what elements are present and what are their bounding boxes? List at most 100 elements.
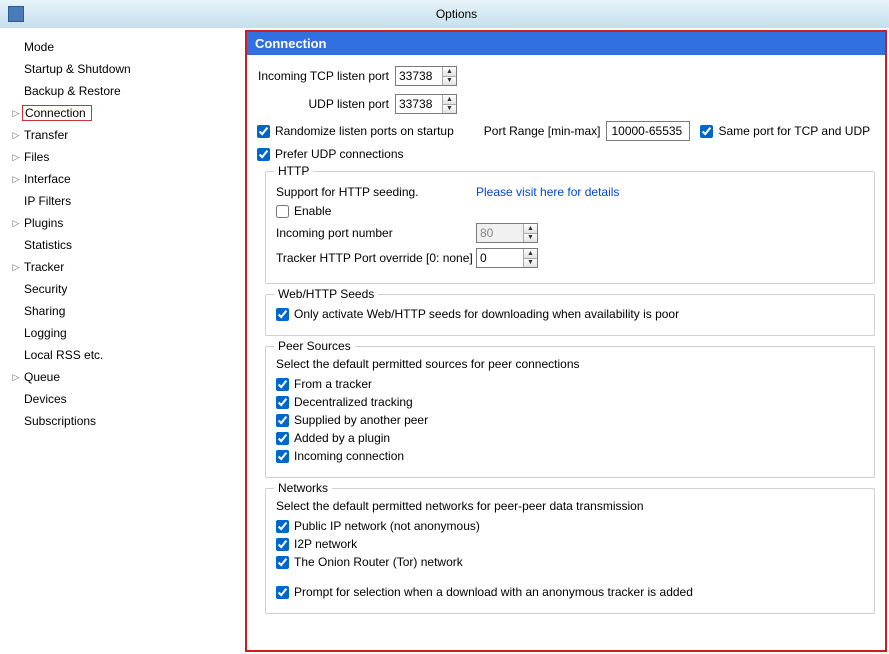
sidebar-item-label: Backup & Restore bbox=[22, 84, 123, 98]
udp-port-down[interactable]: ▼ bbox=[443, 104, 456, 114]
sidebar-item-label: Queue bbox=[22, 370, 62, 384]
tree-expander-icon[interactable]: ▷ bbox=[10, 263, 22, 272]
peer-supplied-checkbox[interactable] bbox=[276, 414, 289, 427]
http-enable-checkbox[interactable] bbox=[276, 205, 289, 218]
sidebar-item-label: Local RSS etc. bbox=[22, 348, 105, 362]
sidebar-item-subscriptions[interactable]: ▷Subscriptions bbox=[10, 412, 240, 430]
tree-expander-spacer: ▷ bbox=[10, 241, 22, 250]
sidebar-item-label: Interface bbox=[22, 172, 73, 186]
sidebar-item-ip-filters[interactable]: ▷IP Filters bbox=[10, 192, 240, 210]
net-public-checkbox[interactable] bbox=[276, 520, 289, 533]
sidebar-item-label: Statistics bbox=[22, 238, 74, 252]
http-incoming-port-up[interactable]: ▲ bbox=[524, 224, 537, 233]
http-override-up[interactable]: ▲ bbox=[524, 249, 537, 258]
tree-expander-spacer: ▷ bbox=[10, 285, 22, 294]
http-incoming-port-label: Incoming port number bbox=[276, 226, 476, 240]
peer-sources-legend: Peer Sources bbox=[274, 339, 355, 353]
tree-expander-icon[interactable]: ▷ bbox=[10, 219, 22, 228]
connection-panel: Connection Incoming TCP listen port ▲ ▼ … bbox=[245, 30, 887, 652]
sidebar-item-statistics[interactable]: ▷Statistics bbox=[10, 236, 240, 254]
prefer-udp-checkbox[interactable] bbox=[257, 148, 270, 161]
sidebar-item-interface[interactable]: ▷Interface bbox=[10, 170, 240, 188]
web-seeds-only-activate-label: Only activate Web/HTTP seeds for downloa… bbox=[294, 307, 679, 321]
sidebar-item-label: Startup & Shutdown bbox=[22, 62, 133, 76]
tree-expander-spacer: ▷ bbox=[10, 307, 22, 316]
sidebar-item-label: Tracker bbox=[22, 260, 66, 274]
tree-expander-icon[interactable]: ▷ bbox=[10, 131, 22, 140]
peer-sources-group: Peer Sources Select the default permitte… bbox=[265, 346, 875, 478]
tcp-port-down[interactable]: ▼ bbox=[443, 76, 456, 86]
http-override-input[interactable] bbox=[477, 249, 523, 267]
peer-decentralized-label: Decentralized tracking bbox=[294, 395, 413, 409]
tree-expander-icon[interactable]: ▷ bbox=[10, 175, 22, 184]
sidebar-item-queue[interactable]: ▷Queue bbox=[10, 368, 240, 386]
sidebar-item-backup-restore[interactable]: ▷Backup & Restore bbox=[10, 82, 240, 100]
http-override-label: Tracker HTTP Port override [0: none] bbox=[276, 251, 476, 265]
networks-group: Networks Select the default permitted ne… bbox=[265, 488, 875, 614]
udp-port-input[interactable] bbox=[396, 95, 442, 113]
sidebar-item-connection[interactable]: ▷Connection bbox=[10, 104, 240, 122]
randomize-ports-label: Randomize listen ports on startup bbox=[275, 124, 454, 138]
options-tree: ▷Mode▷Startup & Shutdown▷Backup & Restor… bbox=[0, 28, 245, 654]
sidebar-item-sharing[interactable]: ▷Sharing bbox=[10, 302, 240, 320]
tree-expander-spacer: ▷ bbox=[10, 417, 22, 426]
net-i2p-label: I2P network bbox=[294, 537, 357, 551]
http-group: HTTP Support for HTTP seeding. Please vi… bbox=[265, 171, 875, 284]
udp-port-up[interactable]: ▲ bbox=[443, 95, 456, 104]
tree-expander-icon[interactable]: ▷ bbox=[10, 153, 22, 162]
app-icon bbox=[8, 6, 24, 22]
same-port-label: Same port for TCP and UDP bbox=[718, 124, 870, 138]
peer-incoming-checkbox[interactable] bbox=[276, 450, 289, 463]
sidebar-item-label: Mode bbox=[22, 40, 56, 54]
http-override-down[interactable]: ▼ bbox=[524, 258, 537, 268]
http-override-spinner[interactable]: ▲ ▼ bbox=[476, 248, 538, 268]
peer-from-tracker-checkbox[interactable] bbox=[276, 378, 289, 391]
http-incoming-port-input[interactable] bbox=[477, 224, 523, 242]
peer-plugin-label: Added by a plugin bbox=[294, 431, 390, 445]
tree-expander-icon[interactable]: ▷ bbox=[10, 109, 22, 118]
http-details-link[interactable]: Please visit here for details bbox=[476, 185, 619, 199]
tree-expander-spacer: ▷ bbox=[10, 87, 22, 96]
sidebar-item-tracker[interactable]: ▷Tracker bbox=[10, 258, 240, 276]
peer-decentralized-checkbox[interactable] bbox=[276, 396, 289, 409]
sidebar-item-label: Logging bbox=[22, 326, 69, 340]
peer-supplied-label: Supplied by another peer bbox=[294, 413, 428, 427]
networks-legend: Networks bbox=[274, 481, 332, 495]
sidebar-item-security[interactable]: ▷Security bbox=[10, 280, 240, 298]
http-incoming-port-down[interactable]: ▼ bbox=[524, 233, 537, 243]
tree-expander-spacer: ▷ bbox=[10, 395, 22, 404]
tcp-port-up[interactable]: ▲ bbox=[443, 67, 456, 76]
sidebar-item-startup-shutdown[interactable]: ▷Startup & Shutdown bbox=[10, 60, 240, 78]
udp-port-label: UDP listen port bbox=[257, 97, 395, 111]
sidebar-item-transfer[interactable]: ▷Transfer bbox=[10, 126, 240, 144]
udp-port-spinner[interactable]: ▲ ▼ bbox=[395, 94, 457, 114]
web-seeds-only-activate-checkbox[interactable] bbox=[276, 308, 289, 321]
tcp-port-input[interactable] bbox=[396, 67, 442, 85]
net-i2p-checkbox[interactable] bbox=[276, 538, 289, 551]
sidebar-item-files[interactable]: ▷Files bbox=[10, 148, 240, 166]
tree-expander-spacer: ▷ bbox=[10, 351, 22, 360]
sidebar-item-mode[interactable]: ▷Mode bbox=[10, 38, 240, 56]
http-legend: HTTP bbox=[274, 164, 313, 178]
tcp-port-spinner[interactable]: ▲ ▼ bbox=[395, 66, 457, 86]
net-prompt-checkbox[interactable] bbox=[276, 586, 289, 599]
web-seeds-legend: Web/HTTP Seeds bbox=[274, 287, 378, 301]
networks-desc: Select the default permitted networks fo… bbox=[276, 499, 864, 513]
same-port-checkbox[interactable] bbox=[700, 125, 713, 138]
net-tor-label: The Onion Router (Tor) network bbox=[294, 555, 463, 569]
tree-expander-spacer: ▷ bbox=[10, 197, 22, 206]
sidebar-item-local-rss-etc[interactable]: ▷Local RSS etc. bbox=[10, 346, 240, 364]
sidebar-item-plugins[interactable]: ▷Plugins bbox=[10, 214, 240, 232]
peer-plugin-checkbox[interactable] bbox=[276, 432, 289, 445]
net-tor-checkbox[interactable] bbox=[276, 556, 289, 569]
randomize-ports-checkbox[interactable] bbox=[257, 125, 270, 138]
http-incoming-port-spinner[interactable]: ▲ ▼ bbox=[476, 223, 538, 243]
sidebar-item-devices[interactable]: ▷Devices bbox=[10, 390, 240, 408]
body: ▷Mode▷Startup & Shutdown▷Backup & Restor… bbox=[0, 28, 889, 654]
port-range-input[interactable] bbox=[606, 121, 690, 141]
sidebar-item-logging[interactable]: ▷Logging bbox=[10, 324, 240, 342]
http-enable-label: Enable bbox=[294, 204, 331, 218]
tree-expander-icon[interactable]: ▷ bbox=[10, 373, 22, 382]
peer-incoming-label: Incoming connection bbox=[294, 449, 404, 463]
tree-expander-spacer: ▷ bbox=[10, 43, 22, 52]
